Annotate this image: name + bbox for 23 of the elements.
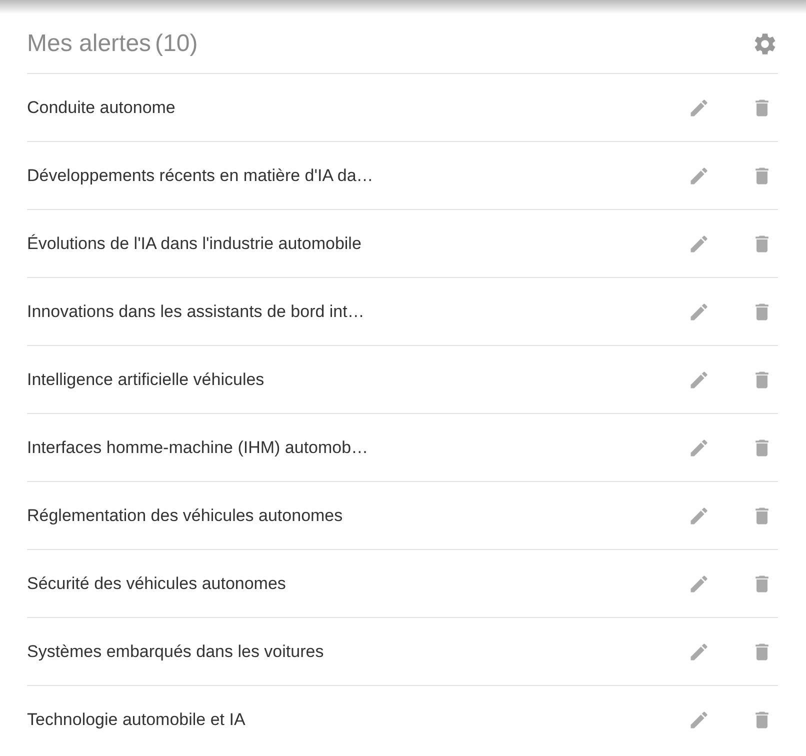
edit-icon[interactable] [688, 368, 710, 390]
alert-name[interactable]: Technologie automobile et IA [27, 710, 688, 730]
alert-name[interactable]: Réglementation des véhicules autonomes [27, 506, 688, 526]
edit-icon[interactable] [688, 708, 710, 730]
edit-icon[interactable] [688, 572, 710, 594]
alert-name[interactable]: Développements récents en matière d'IA da… [27, 166, 688, 186]
alert-name[interactable]: Interfaces homme-machine (IHM) automob… [27, 438, 688, 458]
edit-icon[interactable] [688, 300, 710, 322]
alert-name[interactable]: Systèmes embarqués dans les voitures [27, 642, 688, 662]
alert-name[interactable]: Intelligence artificielle véhicules [27, 370, 688, 390]
edit-icon[interactable] [688, 164, 710, 186]
settings-icon[interactable] [752, 30, 778, 56]
edit-icon[interactable] [688, 436, 710, 458]
edit-icon[interactable] [688, 504, 710, 526]
alert-name[interactable]: Sécurité des véhicules autonomes [27, 574, 688, 594]
edit-icon[interactable] [688, 232, 710, 254]
panel-title: Mes alertes [27, 30, 152, 58]
alert-name[interactable]: Conduite autonome [27, 98, 688, 118]
alert-name[interactable]: Innovations dans les assistants de bord int… [27, 302, 688, 322]
edit-icon[interactable] [688, 640, 710, 662]
edit-icon[interactable] [688, 96, 710, 118]
alert-count: (10) [155, 30, 199, 58]
alert-name[interactable]: Évolutions de l'IA dans l'industrie automobile [27, 234, 688, 254]
